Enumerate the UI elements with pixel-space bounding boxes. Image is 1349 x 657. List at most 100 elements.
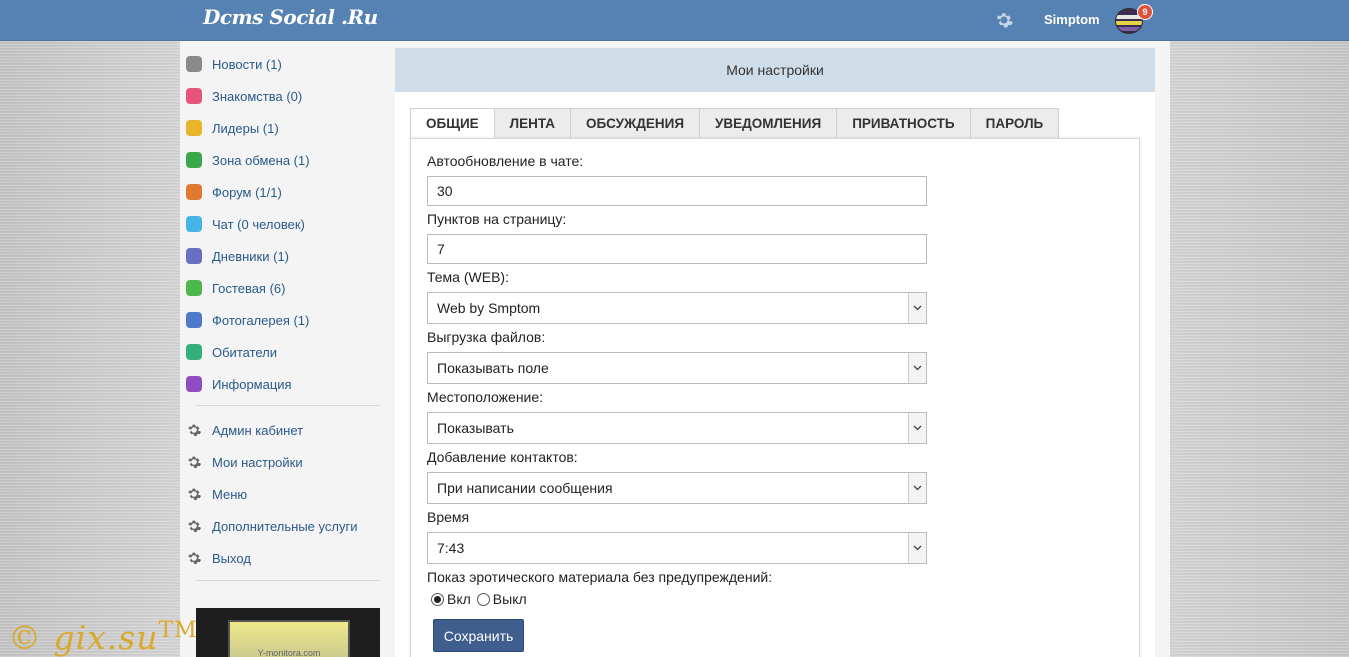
gear-icon: [186, 518, 202, 534]
chat-refresh-input[interactable]: [427, 176, 927, 206]
sidebar-settings-item[interactable]: Админ кабинет: [186, 414, 386, 446]
sidebar-item-label: Зона обмена (1): [212, 152, 310, 168]
sidebar-item-label: Дневники (1): [212, 248, 290, 264]
sidebar-item[interactable]: Гостевая (6): [186, 272, 386, 304]
sidebar-item-label: Админ кабинет: [212, 422, 304, 438]
chevron-down-icon: [908, 473, 926, 503]
watermark-text: © gix.su: [8, 618, 159, 657]
sidebar-item-label: Знакомства (0): [212, 88, 303, 104]
upload-select-value: Показывать поле: [437, 360, 549, 376]
tab[interactable]: УВЕДОМЛЕНИЯ: [700, 108, 838, 139]
forum-icon: [186, 184, 202, 200]
tab[interactable]: ОБСУЖДЕНИЯ: [571, 108, 701, 139]
sidebar-item-label: Обитатели: [212, 344, 278, 360]
contacts-select[interactable]: При написании сообщения: [427, 472, 927, 504]
gear-icon: [186, 454, 202, 470]
camera-icon: [186, 312, 202, 328]
sidebar-item-label: Информация: [212, 376, 292, 392]
sidebar-item-label: Гостевая (6): [212, 280, 286, 296]
radio-on[interactable]: [431, 592, 444, 606]
chevron-down-icon: [908, 353, 926, 383]
theme-select-value: Web by Smptom: [437, 300, 541, 316]
time-label: Время: [427, 509, 470, 525]
sidebar-settings-item[interactable]: Меню: [186, 478, 386, 510]
tab[interactable]: ОБЩИЕ: [410, 108, 495, 139]
radio-off[interactable]: [476, 592, 490, 606]
chat-icon: [186, 216, 202, 232]
chat-refresh-label: Автообновление в чате:: [427, 153, 584, 169]
settings-form: Автообновление в чате: Пунктов на страни…: [410, 138, 1140, 657]
watermark: © gix.suTM: [8, 618, 198, 657]
tab[interactable]: ЛЕНТА: [494, 108, 572, 139]
sidebar-item[interactable]: Зона обмена (1): [186, 144, 386, 176]
per-page-label: Пунктов на страницу:: [427, 211, 567, 227]
sidebar-settings-item[interactable]: Дополнительные услуги: [186, 510, 386, 542]
gear-icon: [186, 550, 202, 566]
ad-text: Y-monitora.com: [257, 648, 321, 657]
guestbook-icon: [186, 280, 202, 296]
upload-label: Выгрузка файлов:: [427, 329, 546, 345]
sidebar-item[interactable]: Новости (1): [186, 48, 386, 80]
per-page-input[interactable]: [427, 234, 927, 264]
settings-tabs: ОБЩИЕ ЛЕНТА ОБСУЖДЕНИЯ УВЕДОМЛЕНИЯ ПРИВАТНОС…: [410, 108, 1060, 139]
sidebar-item[interactable]: Обитатели: [186, 336, 386, 368]
contacts-select-value: При написании сообщения: [437, 480, 613, 496]
upload-select[interactable]: Показывать поле: [427, 352, 927, 384]
radio-off-label[interactable]: Выкл: [493, 591, 527, 607]
sidebar-item[interactable]: Лидеры (1): [186, 112, 386, 144]
chevron-down-icon: [908, 413, 926, 443]
gear-icon: [186, 422, 202, 438]
time-select-value: 7:43: [437, 540, 465, 556]
sidebar-item-label: Мои настройки: [212, 454, 303, 470]
sidebar-item[interactable]: Чат (0 человек): [186, 208, 386, 240]
settings-gear-icon[interactable]: [994, 10, 1014, 30]
exchange-icon: [186, 152, 202, 168]
theme-select[interactable]: Web by Smptom: [427, 292, 927, 324]
info-icon: [186, 376, 202, 392]
diary-icon: [186, 248, 202, 264]
top-bar: Dcms Social .Ru Simptom 9: [0, 0, 1349, 41]
sidebar-divider: [196, 580, 380, 581]
sidebar-settings-item[interactable]: Выход: [186, 542, 386, 574]
sidebar-item-label: Лидеры (1): [212, 120, 279, 136]
sidebar-item[interactable]: Знакомства (0): [186, 80, 386, 112]
sidebar-item-label: Фотогалерея (1): [212, 312, 310, 328]
sidebar-item[interactable]: Дневники (1): [186, 240, 386, 272]
radio-on-label[interactable]: Вкл: [447, 591, 471, 607]
save-button[interactable]: Сохранить: [433, 619, 524, 652]
username-link[interactable]: Simptom: [1044, 12, 1100, 27]
sidebar-item-label: Чат (0 человек): [212, 216, 305, 232]
news-icon: [186, 56, 202, 72]
sidebar-item-label: Новости (1): [212, 56, 282, 72]
erotic-content-label: Показ эротического материала без предупр…: [427, 569, 773, 585]
time-select[interactable]: 7:43: [427, 532, 927, 564]
site-logo[interactable]: Dcms Social .Ru: [203, 5, 378, 29]
watermark-tm: TM: [158, 618, 198, 643]
tab[interactable]: ПРИВАТНОСТЬ: [837, 108, 971, 139]
settings-panel: Мои настройки ОБЩИЕ ЛЕНТА ОБСУЖДЕНИЯ УВЕДОМ…: [395, 48, 1155, 657]
page-title: Мои настройки: [395, 48, 1155, 92]
contacts-label: Добавление контактов:: [427, 449, 578, 465]
trophy-icon: [186, 120, 202, 136]
chevron-down-icon: [908, 293, 926, 323]
notification-badge[interactable]: 9: [1137, 4, 1153, 20]
heart-icon: [186, 88, 202, 104]
sidebar-settings-item[interactable]: Мои настройки: [186, 446, 386, 478]
sidebar-item-label: Форум (1/1): [212, 184, 282, 200]
ad-banner[interactable]: Y-monitora.com: [196, 608, 380, 657]
gear-icon: [186, 486, 202, 502]
theme-label: Тема (WEB):: [427, 269, 509, 285]
tab[interactable]: ПАРОЛЬ: [970, 108, 1060, 139]
location-select[interactable]: Показывать: [427, 412, 927, 444]
sidebar: Новости (1) Знакомства (0) Лидеры (1) Зона …: [186, 48, 386, 589]
erotic-content-radios: Вкл Выкл: [431, 591, 527, 607]
sidebar-item[interactable]: Информация: [186, 368, 386, 400]
sidebar-item-label: Выход: [212, 550, 251, 566]
chevron-down-icon: [908, 533, 926, 563]
sidebar-item-label: Меню: [212, 486, 248, 502]
location-label: Местоположение:: [427, 389, 544, 405]
location-select-value: Показывать: [437, 420, 514, 436]
sidebar-divider: [196, 405, 380, 406]
sidebar-item[interactable]: Форум (1/1): [186, 176, 386, 208]
sidebar-item[interactable]: Фотогалерея (1): [186, 304, 386, 336]
